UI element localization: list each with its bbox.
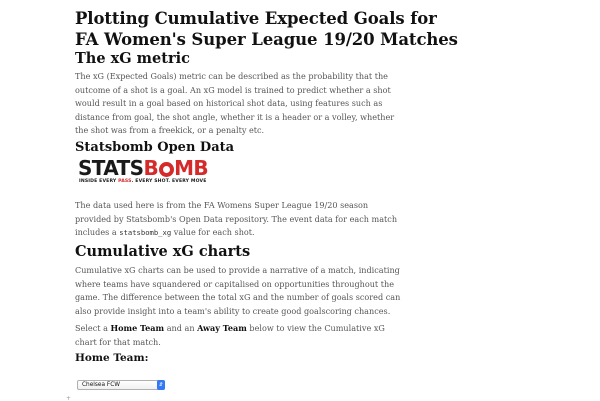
statsbomb-heading: Statsbomb Open Data: [75, 140, 235, 155]
logo-word-mb: MB: [174, 156, 209, 180]
statsbomb-paragraph: The data used here is from the FA Womens…: [75, 199, 405, 240]
football-icon: [158, 161, 174, 177]
instruction-part-1: Select a: [75, 323, 111, 333]
up-down-chevron-icon[interactable]: ⇵: [157, 380, 165, 390]
xg-metric-heading: The xG metric: [75, 50, 190, 67]
statsbomb-xg-code: statsbomb_xg: [119, 228, 172, 238]
cumulative-xg-paragraph: Cumulative xG charts can be used to prov…: [75, 265, 401, 316]
away-team-emphasis: Away Team: [197, 323, 247, 333]
home-team-selected-value: Chelsea FCW: [82, 382, 120, 388]
instruction-part-2: and an: [164, 323, 198, 333]
statsbomb-logo-tagline: INSIDE EVERY PASS. EVERY SHOT. EVERY MOV…: [79, 179, 207, 184]
page-title-line-2: FA Women's Super League 19/20 Matches: [75, 30, 458, 49]
resize-handle-icon[interactable]: +: [66, 396, 71, 401]
cumulative-xg-heading: Cumulative xG charts: [75, 243, 251, 260]
xg-metric-paragraph: The xG (Expected Goals) metric can be de…: [75, 71, 395, 136]
tagline-part-3: . EVERY SHOT. EVERY MOVE: [131, 179, 207, 184]
statsbomb-logo: STATS B MB INSIDE EVERY PASS. EVERY SHOT. …: [78, 156, 209, 188]
statsbomb-paragraph-end: value for each shot.: [171, 227, 255, 238]
tagline-part-1: INSIDE EVERY: [79, 179, 119, 184]
logo-word-stats: STATS: [78, 156, 144, 180]
statsbomb-logo-wordmark: STATS B MB: [78, 156, 209, 180]
page-title-line-1: Plotting Cumulative Expected Goals for: [75, 9, 437, 28]
home-team-select[interactable]: Chelsea FCW ⇵: [77, 380, 165, 390]
home-team-label: Home Team:: [75, 352, 149, 364]
selection-instruction: Select a Home Team and an Away Team belo…: [75, 322, 405, 349]
page-title: Plotting Cumulative Expected Goals for FA…: [75, 8, 458, 50]
logo-word-b: B: [143, 156, 159, 180]
home-team-emphasis: Home Team: [110, 323, 165, 333]
tagline-part-2: PASS: [118, 179, 132, 184]
